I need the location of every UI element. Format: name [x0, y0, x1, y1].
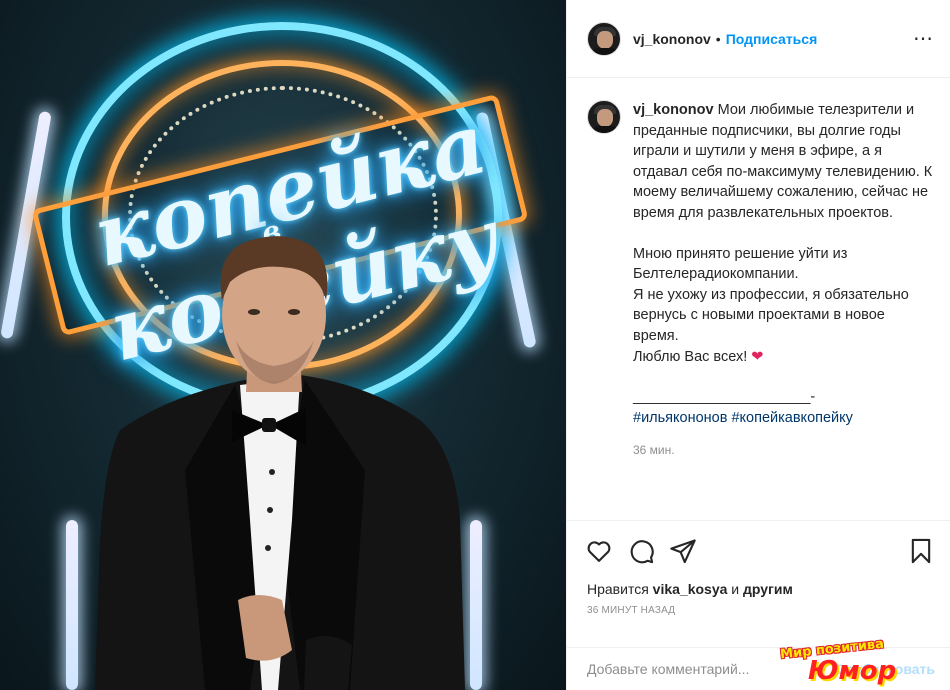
post-sidebar: vj_kononov • Подписаться ⋯ vj_kononov Мо… [566, 0, 950, 690]
hashtags[interactable]: #ильякононов #копейкавкопейку [633, 408, 933, 429]
follow-button[interactable]: Подписаться [726, 31, 818, 47]
watermark-logo: Мир позитива Юмор [780, 637, 930, 686]
caption: vj_kononov Мои любимые телезрители и пре… [587, 100, 935, 461]
action-icons [567, 521, 950, 581]
header-username[interactable]: vj_kononov [633, 31, 711, 47]
post-photo[interactable]: копейка в копейку [0, 0, 566, 690]
bookmark-icon[interactable] [907, 537, 935, 565]
watermark-bottom: Юмор [808, 656, 897, 686]
post-timestamp[interactable]: 36 минут назад [567, 597, 950, 616]
likes-others[interactable]: другим [743, 581, 793, 597]
heart-icon[interactable] [585, 537, 613, 565]
more-horizontal-icon[interactable]: ⋯ [913, 29, 934, 49]
share-icon[interactable] [669, 537, 697, 565]
likes-middle: и [731, 581, 740, 597]
red-heart-icon: ❤ [751, 348, 764, 365]
caption-paragraph2: Мною принято решение уйти из Белтелеради… [633, 244, 933, 368]
caption-time[interactable]: 36 мин. [633, 440, 933, 461]
caption-text: vj_kononov Мои любимые телезрители и пре… [633, 100, 933, 461]
avatar[interactable] [587, 21, 621, 56]
likes-prefix: Нравится [587, 581, 649, 597]
caption-divider: ______________________- [633, 389, 816, 406]
header-separator: • [715, 30, 721, 47]
likes-user[interactable]: vika_kosya [653, 581, 728, 597]
caption-area: vj_kononov Мои любимые телезрители и пре… [567, 78, 950, 520]
likes-line: Нравится vika_kosya и другим [567, 581, 950, 597]
comment-icon[interactable] [627, 537, 655, 565]
caption-username[interactable]: vj_kononov [633, 102, 714, 118]
host-figure [95, 236, 465, 690]
caption-paragraph1: Мои любимые телезрители и преданные подп… [633, 102, 933, 221]
caption-avatar[interactable] [587, 100, 621, 134]
caption-paragraph2-text: Мною принято решение уйти из Белтелеради… [633, 245, 909, 365]
post-header: vj_kononov • Подписаться ⋯ [567, 0, 950, 78]
